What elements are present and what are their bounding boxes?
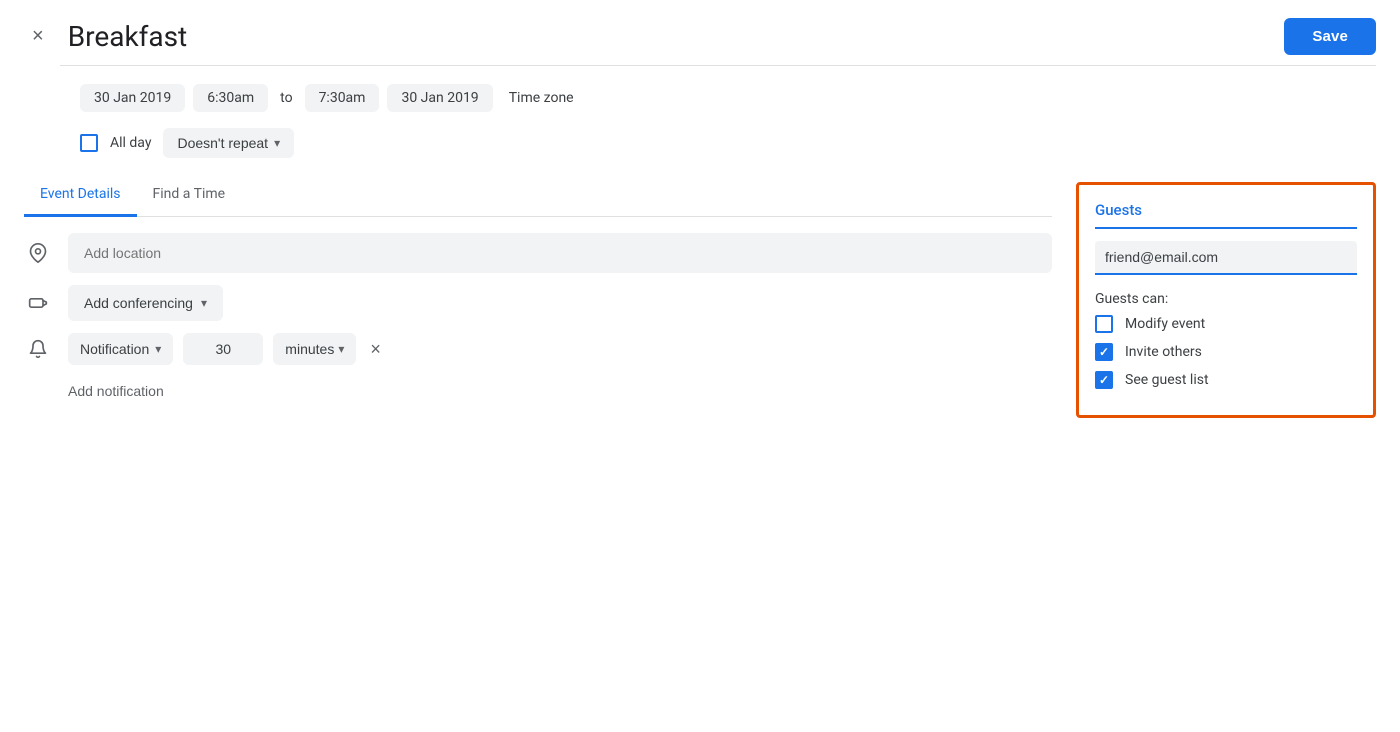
end-time-chip[interactable]: 7:30am xyxy=(305,84,380,112)
invite-others-checkbox[interactable] xyxy=(1095,343,1113,361)
modify-event-label: Modify event xyxy=(1125,316,1205,332)
conferencing-icon xyxy=(24,293,52,313)
location-row xyxy=(24,233,1052,273)
location-icon xyxy=(24,243,52,263)
start-date-chip[interactable]: 30 Jan 2019 xyxy=(80,84,185,112)
tab-find-a-time[interactable]: Find a Time xyxy=(137,174,242,217)
repeat-dropdown[interactable]: Doesn't repeat ▾ xyxy=(163,128,294,158)
invite-others-label: Invite others xyxy=(1125,344,1202,360)
notification-value-input[interactable] xyxy=(183,333,263,365)
see-guest-list-checkbox[interactable] xyxy=(1095,371,1113,389)
guest-permission-invite: Invite others xyxy=(1095,343,1357,361)
guest-permission-see-list: See guest list xyxy=(1095,371,1357,389)
page: × Breakfast Save 30 Jan 2019 6:30am to 7… xyxy=(0,0,1400,732)
guests-title-underline xyxy=(1095,227,1357,229)
to-label: to xyxy=(276,90,296,106)
notification-type-arrow: ▾ xyxy=(155,342,161,356)
location-input[interactable] xyxy=(68,233,1052,273)
guests-can-label: Guests can: xyxy=(1095,291,1357,307)
start-time-chip[interactable]: 6:30am xyxy=(193,84,268,112)
notification-row: Notification ▾ minutes ▾ × xyxy=(24,333,1052,365)
see-guest-list-label: See guest list xyxy=(1125,372,1209,388)
repeat-label: Doesn't repeat xyxy=(177,135,268,151)
datetime-row: 30 Jan 2019 6:30am to 7:30am 30 Jan 2019… xyxy=(0,66,1400,120)
guests-panel: Guests Guests can: Modify event Invite o… xyxy=(1076,182,1376,418)
add-conferencing-button[interactable]: Add conferencing ▾ xyxy=(68,285,223,321)
notification-icon xyxy=(24,339,52,359)
notification-unit-label: minutes xyxy=(285,341,334,357)
left-panel: Event Details Find a Time xyxy=(24,174,1076,732)
notification-type-dropdown[interactable]: Notification ▾ xyxy=(68,333,173,365)
modify-event-checkbox[interactable] xyxy=(1095,315,1113,333)
conferencing-row: Add conferencing ▾ xyxy=(24,285,1052,321)
guest-email-input[interactable] xyxy=(1095,241,1357,275)
add-notification-section: Add notification xyxy=(24,377,1052,405)
close-button[interactable]: × xyxy=(24,21,52,52)
event-title: Breakfast xyxy=(68,20,1269,53)
add-notification-button[interactable]: Add notification xyxy=(68,377,164,405)
notification-unit-arrow: ▾ xyxy=(338,342,344,356)
conferencing-dropdown-arrow: ▾ xyxy=(201,296,207,310)
repeat-dropdown-arrow: ▾ xyxy=(274,136,280,150)
allday-row: All day Doesn't repeat ▾ xyxy=(0,120,1400,174)
timezone-label[interactable]: Time zone xyxy=(501,84,582,112)
allday-checkbox[interactable] xyxy=(80,134,98,152)
end-date-chip[interactable]: 30 Jan 2019 xyxy=(387,84,492,112)
notification-type-label: Notification xyxy=(80,341,149,357)
add-conferencing-label: Add conferencing xyxy=(84,295,193,311)
save-button[interactable]: Save xyxy=(1284,18,1376,55)
allday-label[interactable]: All day xyxy=(110,135,151,151)
header: × Breakfast Save xyxy=(0,0,1400,65)
guests-title: Guests xyxy=(1095,201,1357,219)
notification-unit-dropdown[interactable]: minutes ▾ xyxy=(273,333,356,365)
tabs: Event Details Find a Time xyxy=(24,174,1052,217)
guest-permission-modify: Modify event xyxy=(1095,315,1357,333)
remove-notification-button[interactable]: × xyxy=(366,335,385,364)
main-content: Event Details Find a Time xyxy=(0,174,1400,732)
tab-event-details[interactable]: Event Details xyxy=(24,174,137,217)
